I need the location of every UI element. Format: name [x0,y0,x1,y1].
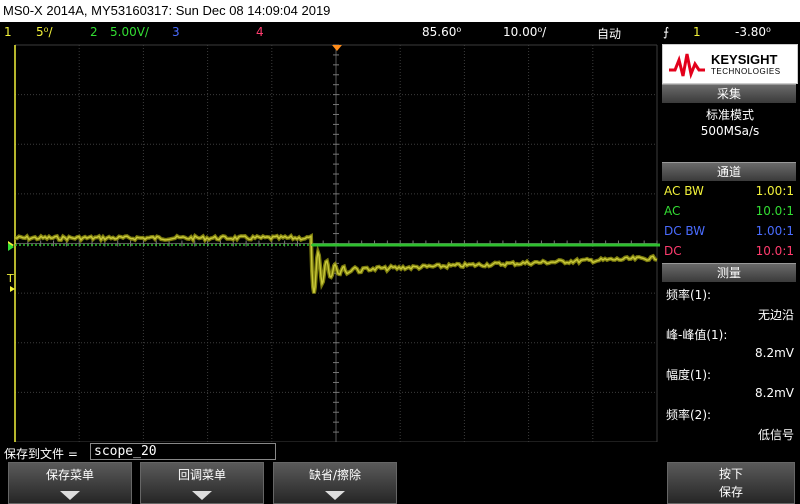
waveform-display[interactable]: T [0,42,660,443]
down-arrow-icon [325,491,345,500]
ch4-probe: 10.0:1 [755,244,794,258]
status-bar: 1 5⁰/ 2 5.00V/ 3 4 85.60⁰ 10.00⁰/ 自动 ⨍ 1… [0,22,800,42]
window-title: MS0-X 2014A, MY53160317: Sun Dec 08 14:0… [3,3,331,18]
ch2-coupling: AC [664,204,681,218]
save-menu-label: 保存菜单 [45,468,94,482]
measure-label-amp1: 幅度(1): [666,368,712,382]
down-arrow-icon [60,491,80,500]
ch3-label[interactable]: 3 [172,25,180,39]
graticule: T [6,44,660,443]
ch4-label[interactable]: 4 [256,25,264,39]
measure-header: 测量 [662,263,796,282]
measure-value-freq1: 无边沿 [757,308,794,322]
ch2-probe: 10.0:1 [755,204,794,218]
trigger-level[interactable]: -3.80⁰ [735,25,771,39]
trigger-level-marker: T [6,272,14,285]
press-label: 按下 [718,467,743,481]
recall-menu-button[interactable]: 回调菜单 [140,462,264,504]
timebase-position[interactable]: 85.60⁰ [422,25,461,39]
trigger-mode[interactable]: 自动 [597,25,621,42]
measure-label-freq1: 频率(1): [666,288,712,302]
ch1-probe: 1.00:1 [755,184,794,198]
default-erase-label: 缺省/擦除 [308,468,362,482]
trigger-position-marker [332,45,342,51]
ch2-label[interactable]: 2 [90,25,98,39]
save-to-file-label: 保存到文件 = [4,447,78,461]
trigger-channel[interactable]: 1 [693,25,701,39]
default-erase-button[interactable]: 缺省/擦除 [273,462,397,504]
brand-logo: KEYSIGHT TECHNOLOGIES [662,44,798,84]
ch4-coupling: DC [664,244,682,258]
title-bar: MS0-X 2014A, MY53160317: Sun Dec 08 14:0… [0,0,800,22]
measure-value-amp1: 8.2mV [755,386,794,400]
info-panel: KEYSIGHT TECHNOLOGIES 采集 标准模式 500MSa/s 通… [660,42,800,442]
press-to-save-button[interactable]: 按下 保存 [667,462,795,504]
measure-label-pkpk1: 峰-峰值(1): [666,328,728,342]
trigger-edge-icon: ⨍ [663,25,670,39]
ch1-coupling: AC BW [664,184,704,198]
acquisition-header: 采集 [662,84,796,103]
ch2-scale[interactable]: 5.00V/ [110,25,149,39]
ch1-label[interactable]: 1 [4,25,12,39]
brand-name: KEYSIGHT [711,52,778,67]
acquisition-mode: 标准模式 [705,108,754,122]
brand-subtitle: TECHNOLOGIES [711,67,781,76]
channels-header: 通道 [662,162,796,181]
ch3-probe: 1.00:1 [755,224,794,238]
softkey-bar: 保存到文件 = scope_20 保存菜单 回调菜单 缺省/擦除 按下 保存 [0,442,800,504]
measure-value-pkpk1: 8.2mV [755,346,794,360]
filename-input[interactable]: scope_20 [90,443,276,460]
save-menu-button[interactable]: 保存菜单 [8,462,132,504]
timebase-scale[interactable]: 10.00⁰/ [503,25,546,39]
recall-menu-label: 回调菜单 [177,468,226,482]
save-action-label: 保存 [718,485,743,499]
ch3-coupling: DC BW [664,224,706,238]
measure-label-freq2: 频率(2): [666,408,712,422]
down-arrow-icon [192,491,212,500]
measure-value-freq2: 低信号 [757,428,794,442]
ch1-scale[interactable]: 5⁰/ [36,25,53,39]
sample-rate: 500MSa/s [700,124,760,138]
keysight-wave-logo-icon [669,53,705,80]
